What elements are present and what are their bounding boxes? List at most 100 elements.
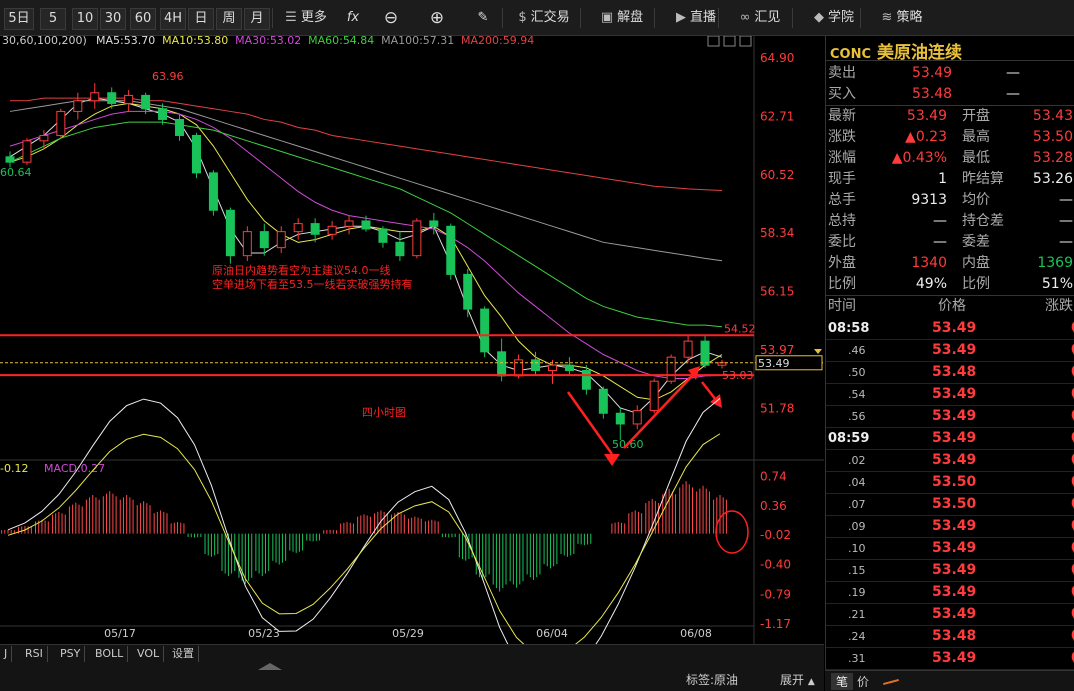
stat-value: — [1059, 234, 1073, 250]
toolbar-divider [502, 8, 503, 28]
kline-chart[interactable]: 30,60,100,200) MA5:53.70 MA10:53.80 MA30:53… [0, 36, 824, 644]
indicator-tab-设置[interactable]: 设置 [168, 646, 199, 662]
ticks-change-header: 涨跌 [1045, 298, 1073, 314]
action-button-2[interactable]: ▶ 直播 [660, 8, 732, 28]
candle-body [514, 359, 524, 377]
candle [446, 223, 456, 280]
candle-body [378, 228, 388, 243]
price-tick: 56.15 [760, 285, 794, 299]
macd-tick: -0.02 [760, 528, 791, 542]
stat-value: 9313 [911, 192, 947, 208]
toolbar: 5日 5 10 30 60 4H 日周月 ☰ 更多 fx ⊖ ⊕ ✎ $ 汇交易 ▣ 解盘 ▶ 直播 ∞ 汇见 ◆ 学院 ≋ 策… [0, 0, 1074, 36]
candle-body [446, 225, 456, 275]
action-button-0[interactable]: $ 汇交易 [508, 8, 580, 28]
tick-price: 53.49 [932, 452, 977, 468]
ask-price: 53.49 [912, 65, 953, 81]
candle [717, 359, 727, 369]
candle [378, 226, 388, 248]
period-button-30[interactable]: 30 [100, 8, 126, 30]
candle-body [107, 92, 117, 104]
ma-label-1: MA10:53.80 [162, 36, 228, 47]
candle-body [598, 388, 608, 414]
more-label: 更多 [300, 10, 327, 25]
zoom-out-button[interactable]: ⊖ [378, 8, 404, 28]
action-button-1[interactable]: ▣ 解盘 [586, 8, 658, 28]
macd-tick: 0.74 [760, 469, 787, 483]
tick-price: 53.50 [932, 496, 977, 512]
period-button-10[interactable]: 10 [72, 8, 98, 30]
more-button[interactable]: ☰ 更多 [278, 8, 334, 28]
indicator-tab-j[interactable]: J [0, 646, 13, 662]
chart-layout-icon [723, 36, 736, 47]
indicator-tab-vol[interactable]: VOL [133, 646, 165, 662]
stat-value: — [1059, 192, 1073, 208]
tick-mode-button[interactable]: 笔 [831, 673, 854, 690]
tick-row: .5453.490.23▲ [826, 384, 1074, 406]
ticks-time-header: 时间 [828, 298, 856, 314]
candle-body [276, 231, 286, 249]
draw-tool-button[interactable]: ✎ [470, 8, 496, 28]
action-button-5[interactable]: ≋ 策略 [866, 8, 938, 28]
price-tick: 51.78 [760, 401, 794, 415]
candle-body [259, 231, 269, 249]
tag-label: 标签:原油 [686, 673, 739, 687]
level-bottom-label: 53.03 [722, 369, 754, 382]
stat-value: 1 [938, 171, 947, 187]
candle-body [293, 223, 303, 233]
ma-label-2: MA30:53.02 [235, 36, 301, 47]
tick-time: .15 [848, 564, 866, 577]
price-mode-button[interactable]: 价 [857, 673, 869, 690]
ma-label-5: MA200:59.94 [461, 36, 534, 47]
candle-body [395, 241, 405, 257]
stat-label: 最新 [828, 108, 856, 124]
tick-row: .2153.490.23▲ [826, 604, 1074, 626]
x-tick: 06/04 [536, 627, 568, 640]
tick-time: 08:59 [828, 431, 870, 446]
tick-time: 08:58 [828, 321, 870, 336]
candle [412, 218, 422, 259]
period-button-4H[interactable]: 4H [160, 8, 186, 30]
ma-label-0: MA5:53.70 [96, 36, 155, 47]
candle-body [361, 220, 371, 230]
quote-panel: CONC 美原油连续 卖出 53.49— 买入 53.48— 最新 53.49 开盘 53.43 涨… [825, 36, 1074, 680]
candle-body [547, 364, 557, 372]
period-button-5日[interactable]: 5日 [4, 8, 34, 30]
expand-button[interactable]: 展开 ▲ [780, 671, 815, 688]
zoom-in-button[interactable]: ⊕ [424, 8, 450, 28]
stat-row: 总手 9313 均价 — [826, 190, 1074, 211]
stat-label: 比例 [962, 276, 990, 292]
collapse-handle[interactable] [258, 663, 282, 670]
price-tick: 64.90 [760, 51, 794, 65]
stat-label: 最低 [962, 150, 990, 166]
ma-line-ma5 [9, 97, 723, 414]
macd-circle [715, 510, 749, 554]
stat-label: 总手 [828, 192, 856, 208]
candle [208, 170, 218, 216]
tick-row: .4653.490.23▲ [826, 340, 1074, 362]
indicator-tab-boll[interactable]: BOLL [91, 646, 129, 662]
period-button-日[interactable]: 日 [188, 8, 214, 30]
ask-row: 卖出 53.49 — [826, 63, 1074, 84]
stat-row: 涨跌 ▲0.23 最高 53.50 [826, 127, 1074, 148]
formula-button[interactable]: fx [340, 8, 366, 28]
period-button-周[interactable]: 周 [216, 8, 242, 30]
action-button-3[interactable]: ∞ 汇见 [724, 8, 796, 28]
indicator-tab-rsi[interactable]: RSI [21, 646, 48, 662]
analyst-comment-2: 空单进场下看至53.5一线若实破强势持有 [212, 277, 413, 291]
stat-row: 比例 49% 比例 51% [826, 274, 1074, 295]
action-label: 汇交易 [530, 10, 570, 25]
indicator-tab-psy[interactable]: PSY [56, 646, 86, 662]
stat-row: 涨幅 ▲0.43% 最低 53.28 [826, 148, 1074, 169]
period-button-月[interactable]: 月 [244, 8, 270, 30]
candle [598, 386, 608, 419]
period-button-60[interactable]: 60 [130, 8, 156, 30]
tick-time: .54 [848, 388, 866, 401]
x-tick: 05/17 [104, 627, 136, 640]
candle-body [683, 340, 693, 358]
candle-body [124, 94, 134, 104]
ma-line-ma10 [9, 102, 723, 401]
stat-label: 比例 [828, 276, 856, 292]
period-button-5[interactable]: 5 [40, 8, 66, 30]
stat-label: 涨跌 [828, 129, 856, 145]
ma-line-ma30 [9, 110, 723, 380]
